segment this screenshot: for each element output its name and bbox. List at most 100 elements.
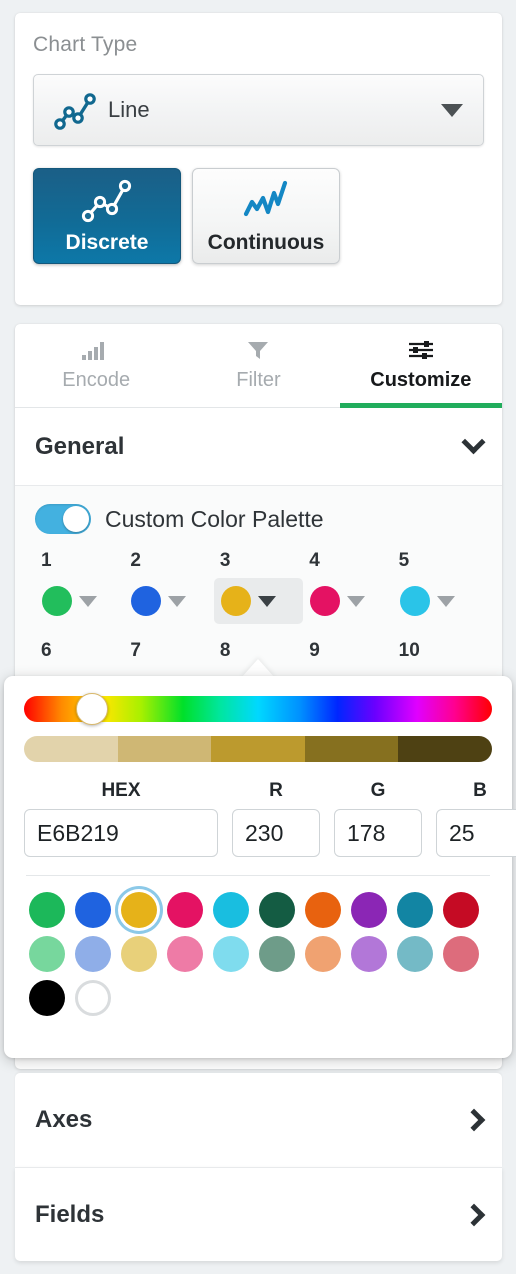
hex-field-group: HEX (24, 780, 218, 857)
preset-swatch[interactable] (351, 936, 387, 972)
preset-swatch[interactable] (213, 936, 249, 972)
palette-color-slot-2[interactable] (124, 578, 213, 624)
preset-swatch-cell[interactable] (70, 936, 116, 972)
preset-swatch-cell[interactable] (24, 892, 70, 928)
palette-color-slot-3[interactable] (213, 578, 304, 624)
continuous-mode-button[interactable]: Continuous (192, 168, 340, 264)
preset-swatch-selected[interactable] (121, 892, 157, 928)
preset-swatch[interactable] (167, 892, 203, 928)
preset-swatch-white[interactable] (75, 980, 111, 1016)
palette-caret-icon-4[interactable] (347, 595, 366, 607)
preset-swatch[interactable] (443, 892, 479, 928)
palette-color-slot-4[interactable] (303, 578, 392, 624)
preset-swatch-cell[interactable] (346, 936, 392, 972)
panel-tabs: Encode Filter Customize (15, 324, 502, 408)
chevron-right-icon[interactable] (462, 1203, 486, 1226)
preset-swatch-cell-selected[interactable] (116, 892, 162, 928)
preset-swatch[interactable] (305, 892, 341, 928)
preset-swatch-cell[interactable] (254, 892, 300, 928)
shade-swatch-3[interactable] (211, 736, 305, 762)
preset-swatch-cell[interactable] (162, 936, 208, 972)
chevron-right-icon[interactable] (462, 1108, 486, 1132)
shade-swatch-1[interactable] (24, 736, 118, 762)
hex-input[interactable] (24, 809, 218, 857)
palette-caret-icon-3[interactable] (257, 595, 276, 607)
bar-chart-icon (81, 339, 111, 366)
preset-swatch-cell[interactable] (346, 892, 392, 928)
preset-swatch-cell[interactable] (438, 936, 484, 972)
general-section-title: General (35, 432, 125, 460)
caret-down-icon[interactable] (441, 103, 463, 117)
preset-swatch-cell[interactable] (300, 892, 346, 928)
blue-input[interactable] (436, 809, 516, 857)
palette-caret-icon-1[interactable] (79, 595, 97, 607)
sliders-icon (406, 339, 436, 366)
palette-caret-icon-2[interactable] (168, 595, 187, 607)
preset-swatch-row-2 (24, 936, 492, 972)
preset-swatch-black[interactable] (29, 980, 65, 1016)
preset-swatch-cell[interactable] (208, 892, 254, 928)
preset-swatch-cell[interactable] (300, 936, 346, 972)
preset-swatch-cell-white[interactable] (70, 980, 116, 1016)
preset-swatch-row-3 (24, 980, 492, 1016)
preset-swatch-palette (24, 892, 492, 1016)
axes-section-row[interactable]: Axes (15, 1073, 502, 1167)
tab-customize[interactable]: Customize (339, 324, 502, 408)
palette-index-6: 6 (41, 640, 52, 661)
preset-swatch-cell[interactable] (24, 936, 70, 972)
green-input[interactable] (334, 809, 422, 857)
preset-swatch-cell[interactable] (70, 892, 116, 928)
preset-swatch[interactable] (443, 936, 479, 972)
fields-section-row[interactable]: Fields (15, 1167, 502, 1261)
red-field-group: R (232, 780, 320, 857)
hue-slider[interactable] (24, 693, 492, 725)
palette-color-dot-5[interactable] (399, 586, 430, 616)
preset-swatch[interactable] (121, 936, 157, 972)
preset-swatch[interactable] (29, 892, 65, 928)
preset-swatch-cell[interactable] (438, 892, 484, 928)
palette-index-10: 10 (398, 640, 420, 661)
palette-color-dot-1[interactable] (42, 586, 72, 616)
preset-swatch[interactable] (397, 892, 433, 928)
palette-color-dot-3[interactable] (220, 586, 251, 616)
preset-swatch-cell[interactable] (392, 892, 438, 928)
preset-swatch[interactable] (29, 936, 65, 972)
tab-encode[interactable]: Encode (15, 324, 177, 407)
discrete-mode-button[interactable]: Discrete (33, 168, 181, 264)
shade-slider[interactable] (24, 736, 492, 762)
shade-swatch-2[interactable] (117, 736, 212, 762)
preset-swatch[interactable] (75, 892, 111, 928)
palette-index-7: 7 (130, 640, 141, 661)
red-input[interactable] (232, 809, 320, 857)
preset-swatch[interactable] (213, 892, 249, 928)
preset-swatch-cell[interactable] (162, 892, 208, 928)
preset-swatch[interactable] (259, 892, 295, 928)
hue-slider-handle[interactable] (76, 693, 108, 725)
preset-swatch-cell[interactable] (116, 936, 162, 972)
palette-color-slot-1[interactable] (35, 578, 124, 624)
discrete-mode-label: Discrete (65, 230, 149, 254)
shade-swatch-5[interactable] (398, 736, 492, 762)
preset-swatch[interactable] (167, 936, 203, 972)
preset-swatch-cell[interactable] (392, 936, 438, 972)
chart-type-select[interactable]: Line (33, 74, 484, 146)
general-section-header[interactable]: General (15, 408, 502, 486)
palette-color-dot-2[interactable] (131, 586, 162, 616)
palette-color-slot-5[interactable] (393, 578, 482, 624)
preset-swatch-cell-black[interactable] (24, 980, 70, 1016)
custom-palette-toggle[interactable] (35, 504, 91, 534)
palette-color-dot-4[interactable] (310, 586, 341, 616)
preset-swatch-cell[interactable] (208, 936, 254, 972)
palette-index-5: 5 (398, 550, 410, 571)
palette-index-1: 1 (41, 550, 52, 571)
preset-swatch[interactable] (75, 936, 111, 972)
chevron-down-icon[interactable] (461, 430, 486, 455)
preset-swatch-cell[interactable] (254, 936, 300, 972)
tab-filter[interactable]: Filter (177, 324, 339, 407)
preset-swatch[interactable] (259, 936, 295, 972)
preset-swatch[interactable] (305, 936, 341, 972)
shade-swatch-4[interactable] (304, 736, 399, 762)
preset-swatch[interactable] (351, 892, 387, 928)
preset-swatch[interactable] (397, 936, 433, 972)
palette-caret-icon-5[interactable] (436, 595, 455, 607)
